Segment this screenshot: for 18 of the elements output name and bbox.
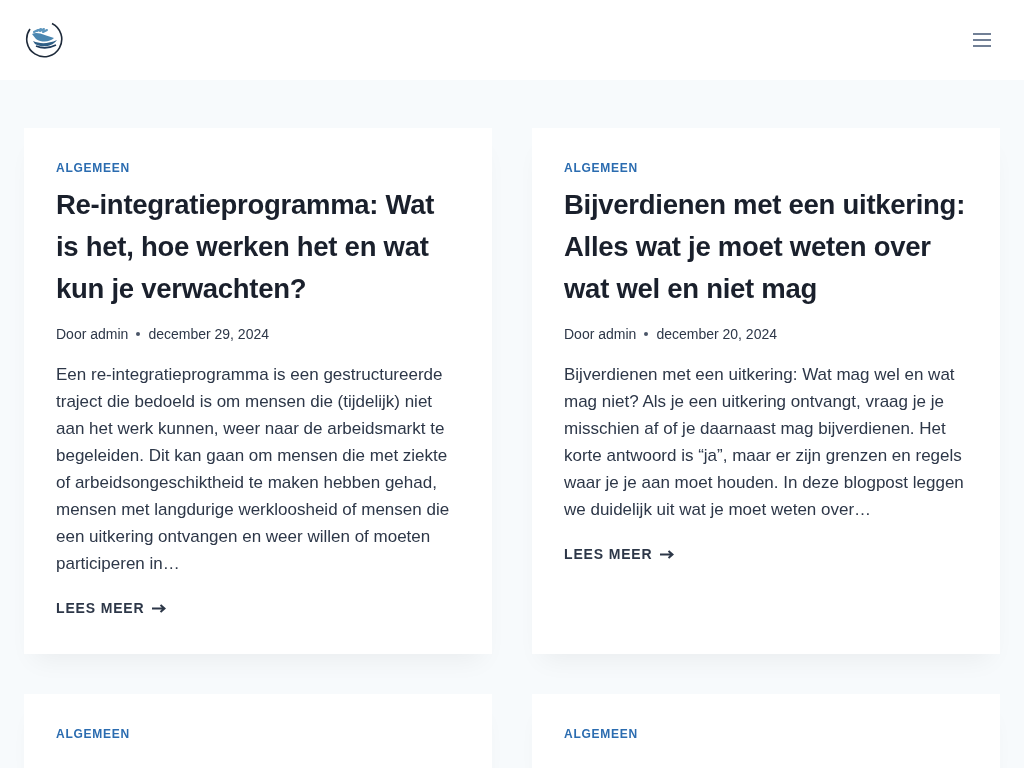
post-excerpt: Een re-integratieprogramma is een gestructureerde traject die bedoeld is om mensen die (tijdelijk) niet aan het werk kunnen, weer naar de arbeidsmarkt te begeleiden. Dit kan gaan om mensen die met ziekte of arbeidsongeschiktheid te maken hebben gehad, mensen met langdurige werkloosheid of mensen die een uitkering ontvangen en weer willen of moeten participeren in… [56, 364, 451, 575]
post-title[interactable]: Re-integratieprogramma: Wat is het, hoe werken het en wat kun je verwachten? [56, 184, 460, 310]
author-byline: Door admin [564, 325, 637, 344]
read-more-link[interactable]: LEES MEER [564, 544, 675, 564]
category-link[interactable]: ALGEMEEN [56, 160, 130, 176]
arrow-right-icon [152, 603, 167, 613]
post-date: december 29, 2024 [148, 325, 269, 344]
read-more-link[interactable]: LEES MEER [56, 598, 167, 618]
category-link[interactable]: ALGEMEEN [56, 726, 130, 742]
post-excerpt: Bijverdienen met een uitkering: Wat mag wel en wat mag niet? Als je een uitkering ontvangt, vraag je je misschien af of je daarnaast mag bijverdienen. Het korte antwoord is “ja”, maar er zijn grenzen en regels waar je je aan moet houden. In deze blogpost leggen we duidelijk uit wat je moet weten over… [564, 364, 965, 521]
author-byline: Door admin [56, 325, 129, 344]
category-link[interactable]: ALGEMEEN [564, 160, 638, 176]
menu-icon[interactable] [973, 33, 991, 47]
post-date: december 20, 2024 [656, 325, 777, 344]
logo-icon[interactable] [24, 20, 64, 60]
arrow-right-icon [660, 549, 675, 559]
category-link[interactable]: ALGEMEEN [564, 726, 638, 742]
post-title[interactable]: Bijverdienen met een uitkering: Alles wat je moet weten over wat wel en niet mag [564, 184, 968, 310]
